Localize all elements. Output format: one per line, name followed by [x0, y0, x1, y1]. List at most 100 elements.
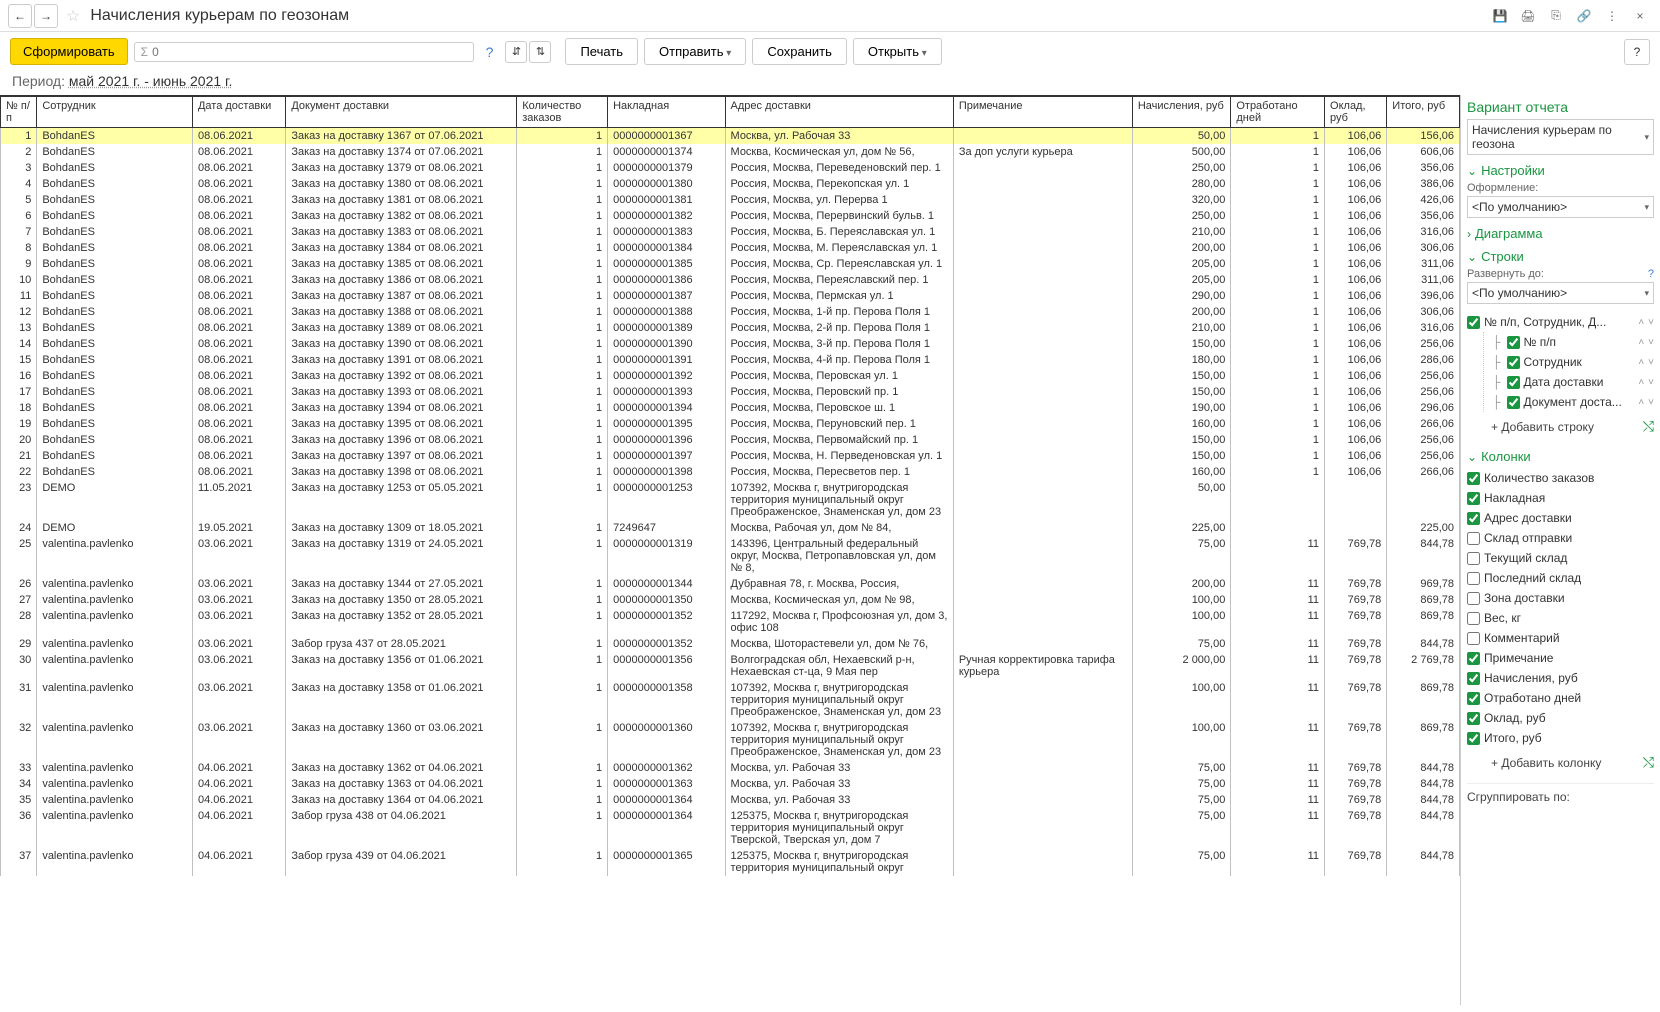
report-table-area[interactable]: № п/п Сотрудник Дата доставки Документ д…	[0, 95, 1460, 1005]
col-item-row[interactable]: Накладная	[1467, 488, 1654, 508]
shuffle-icon[interactable]: ⤭	[1643, 754, 1654, 771]
group-item-checkbox[interactable]	[1507, 396, 1520, 409]
add-row-button[interactable]: + Добавить строку⤭	[1467, 412, 1654, 441]
table-row[interactable]: 4BohdanES08.06.2021Заказ на доставку 138…	[1, 176, 1460, 192]
table-row[interactable]: 9BohdanES08.06.2021Заказ на доставку 138…	[1, 256, 1460, 272]
diagram-section[interactable]: Диаграмма	[1467, 226, 1654, 241]
col-item-row[interactable]: Оклад, руб	[1467, 708, 1654, 728]
group-item-row[interactable]: ├ № п/п˄˅	[1484, 332, 1654, 352]
table-row[interactable]: 33valentina.pavlenko04.06.2021Заказ на д…	[1, 760, 1460, 776]
table-row[interactable]: 18BohdanES08.06.2021Заказ на доставку 13…	[1, 400, 1460, 416]
more-icon[interactable]: ⋮	[1600, 4, 1624, 28]
export-icon[interactable]: ⎘	[1544, 4, 1568, 28]
print-button[interactable]: Печать	[565, 38, 638, 65]
table-row[interactable]: 23DEMO11.05.2021Заказ на доставку 1253 о…	[1, 480, 1460, 520]
col-item-checkbox[interactable]	[1467, 572, 1480, 585]
close-icon[interactable]: ×	[1628, 4, 1652, 28]
table-row[interactable]: 20BohdanES08.06.2021Заказ на доставку 13…	[1, 432, 1460, 448]
search-input[interactable]: Σ	[134, 42, 474, 62]
col-item-checkbox[interactable]	[1467, 592, 1480, 605]
table-row[interactable]: 22BohdanES08.06.2021Заказ на доставку 13…	[1, 464, 1460, 480]
form-button[interactable]: Сформировать	[10, 38, 128, 65]
settings-section[interactable]: Настройки	[1467, 163, 1654, 178]
col-inv[interactable]: Накладная	[608, 97, 725, 128]
table-row[interactable]: 6BohdanES08.06.2021Заказ на доставку 138…	[1, 208, 1460, 224]
table-row[interactable]: 24DEMO19.05.2021Заказ на доставку 1309 о…	[1, 520, 1460, 536]
col-total[interactable]: Итого, руб	[1387, 97, 1460, 128]
group-item-checkbox[interactable]	[1507, 356, 1520, 369]
col-item-checkbox[interactable]	[1467, 632, 1480, 645]
table-row[interactable]: 8BohdanES08.06.2021Заказ на доставку 138…	[1, 240, 1460, 256]
col-item-row[interactable]: Начисления, руб	[1467, 668, 1654, 688]
col-item-row[interactable]: Вес, кг	[1467, 608, 1654, 628]
col-addr[interactable]: Адрес доставки	[725, 97, 953, 128]
group-root-checkbox[interactable]	[1467, 316, 1480, 329]
table-row[interactable]: 2BohdanES08.06.2021Заказ на доставку 137…	[1, 144, 1460, 160]
table-row[interactable]: 5BohdanES08.06.2021Заказ на доставку 138…	[1, 192, 1460, 208]
col-item-checkbox[interactable]	[1467, 692, 1480, 705]
col-item-checkbox[interactable]	[1467, 512, 1480, 525]
star-icon[interactable]: ☆	[66, 6, 80, 26]
table-row[interactable]: 26valentina.pavlenko03.06.2021Заказ на д…	[1, 576, 1460, 592]
search-text-field[interactable]	[152, 45, 467, 59]
table-row[interactable]: 30valentina.pavlenko03.06.2021Заказ на д…	[1, 652, 1460, 680]
table-row[interactable]: 37valentina.pavlenko04.06.2021Забор груз…	[1, 848, 1460, 876]
col-item-row[interactable]: Примечание	[1467, 648, 1654, 668]
col-item-checkbox[interactable]	[1467, 732, 1480, 745]
col-item-row[interactable]: Итого, руб	[1467, 728, 1654, 748]
design-select[interactable]: <По умолчанию>▾	[1467, 196, 1654, 218]
shuffle-icon[interactable]: ⤭	[1643, 418, 1654, 435]
table-row[interactable]: 21BohdanES08.06.2021Заказ на доставку 13…	[1, 448, 1460, 464]
expand-select[interactable]: <По умолчанию>▾	[1467, 282, 1654, 304]
col-item-checkbox[interactable]	[1467, 612, 1480, 625]
open-button[interactable]: Открыть	[853, 38, 942, 65]
table-row[interactable]: 17BohdanES08.06.2021Заказ на доставку 13…	[1, 384, 1460, 400]
help-button[interactable]: ?	[1624, 39, 1650, 65]
col-days[interactable]: Отработано дней	[1231, 97, 1325, 128]
table-row[interactable]: 10BohdanES08.06.2021Заказ на доставку 13…	[1, 272, 1460, 288]
table-row[interactable]: 15BohdanES08.06.2021Заказ на доставку 13…	[1, 352, 1460, 368]
col-item-row[interactable]: Адрес доставки	[1467, 508, 1654, 528]
table-row[interactable]: 34valentina.pavlenko04.06.2021Заказ на д…	[1, 776, 1460, 792]
period-value[interactable]: май 2021 г. - июнь 2021 г.	[69, 73, 232, 89]
col-item-row[interactable]: Текущий склад	[1467, 548, 1654, 568]
col-item-row[interactable]: Склад отправки	[1467, 528, 1654, 548]
table-row[interactable]: 27valentina.pavlenko03.06.2021Заказ на д…	[1, 592, 1460, 608]
col-item-row[interactable]: Отработано дней	[1467, 688, 1654, 708]
link-icon[interactable]: 🔗	[1572, 4, 1596, 28]
col-item-row[interactable]: Количество заказов	[1467, 468, 1654, 488]
table-row[interactable]: 19BohdanES08.06.2021Заказ на доставку 13…	[1, 416, 1460, 432]
col-item-checkbox[interactable]	[1467, 492, 1480, 505]
expand-levels-icon[interactable]: ⇅	[529, 41, 551, 63]
table-row[interactable]: 3BohdanES08.06.2021Заказ на доставку 137…	[1, 160, 1460, 176]
rows-section[interactable]: Строки	[1467, 249, 1654, 264]
add-col-button[interactable]: + Добавить колонку⤭	[1467, 748, 1654, 777]
table-row[interactable]: 29valentina.pavlenko03.06.2021Забор груз…	[1, 636, 1460, 652]
table-row[interactable]: 32valentina.pavlenko03.06.2021Заказ на д…	[1, 720, 1460, 760]
col-date[interactable]: Дата доставки	[192, 97, 285, 128]
save-button[interactable]: Сохранить	[752, 38, 847, 65]
cols-section[interactable]: Колонки	[1467, 449, 1654, 464]
table-row[interactable]: 7BohdanES08.06.2021Заказ на доставку 138…	[1, 224, 1460, 240]
send-button[interactable]: Отправить	[644, 38, 746, 65]
table-row[interactable]: 35valentina.pavlenko04.06.2021Заказ на д…	[1, 792, 1460, 808]
col-item-checkbox[interactable]	[1467, 712, 1480, 725]
table-row[interactable]: 12BohdanES08.06.2021Заказ на доставку 13…	[1, 304, 1460, 320]
table-row[interactable]: 36valentina.pavlenko04.06.2021Забор груз…	[1, 808, 1460, 848]
col-item-checkbox[interactable]	[1467, 472, 1480, 485]
save-icon[interactable]: 💾	[1488, 4, 1512, 28]
table-row[interactable]: 31valentina.pavlenko03.06.2021Заказ на д…	[1, 680, 1460, 720]
col-num[interactable]: № п/п	[1, 97, 37, 128]
group-item-row[interactable]: ├ Сотрудник˄˅	[1484, 352, 1654, 372]
group-item-checkbox[interactable]	[1507, 376, 1520, 389]
col-item-row[interactable]: Последний склад	[1467, 568, 1654, 588]
group-item-row[interactable]: ├ Документ доста...˄˅	[1484, 392, 1654, 412]
col-qty[interactable]: Количество заказов	[517, 97, 608, 128]
table-row[interactable]: 11BohdanES08.06.2021Заказ на доставку 13…	[1, 288, 1460, 304]
table-row[interactable]: 16BohdanES08.06.2021Заказ на доставку 13…	[1, 368, 1460, 384]
table-row[interactable]: 14BohdanES08.06.2021Заказ на доставку 13…	[1, 336, 1460, 352]
chevron-up-icon[interactable]: ˄	[1638, 317, 1644, 328]
table-row[interactable]: 13BohdanES08.06.2021Заказ на доставку 13…	[1, 320, 1460, 336]
chevron-down-icon[interactable]: ˅	[1648, 317, 1654, 328]
variant-select[interactable]: Начисления курьерам по геозона▾	[1467, 119, 1654, 155]
